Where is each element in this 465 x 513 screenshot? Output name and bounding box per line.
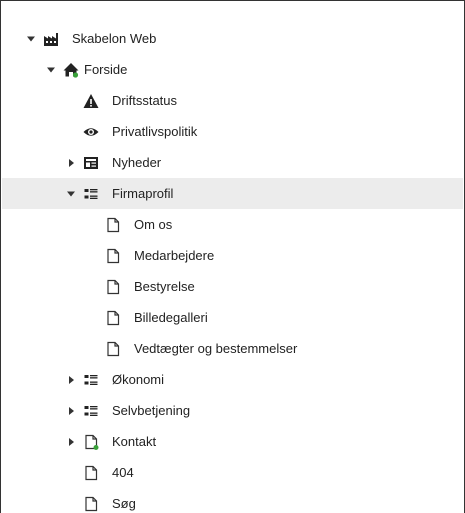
tree-item-bestyrelse[interactable]: Bestyrelse (2, 271, 463, 302)
tree-item-label: Medarbejdere (134, 248, 215, 263)
home-icon (62, 61, 80, 79)
tree-item-label: Bestyrelse (134, 279, 195, 294)
tree-item-label: Kontakt (112, 434, 157, 449)
caret-right-icon[interactable] (66, 406, 76, 416)
caret-right-icon[interactable] (66, 158, 76, 168)
tree-item-label: Søg (112, 496, 136, 511)
page-tree: Skabelon Web Forside Driftsstatus Privat… (0, 0, 465, 513)
tree-item-label: Om os (134, 217, 173, 232)
tree-item-firmaprofil[interactable]: Firmaprofil (2, 178, 463, 209)
caret-right-icon[interactable] (66, 437, 76, 447)
tree-item-driftsstatus[interactable]: Driftsstatus (2, 85, 463, 116)
factory-icon (42, 30, 60, 48)
page-icon (82, 464, 100, 482)
tree-item-404[interactable]: 404 (2, 457, 463, 488)
tree-item-skabelon-web[interactable]: Skabelon Web (2, 23, 463, 54)
tree-item-om-os[interactable]: Om os (2, 209, 463, 240)
tree-item-label: Nyheder (112, 155, 162, 170)
tree-item-selvbetjening[interactable]: Selvbetjening (2, 395, 463, 426)
caret-down-icon[interactable] (26, 34, 36, 44)
caret-right-icon[interactable] (66, 375, 76, 385)
page-icon (104, 278, 122, 296)
tree-item-label: Skabelon Web (72, 31, 157, 46)
tree-item-sog[interactable]: Søg (2, 488, 463, 513)
page-icon (104, 309, 122, 327)
tree-item-label: Vedtægter og bestemmelser (134, 341, 298, 356)
tree-item-label: Økonomi (112, 372, 165, 387)
tree-item-label: Privatlivspolitik (112, 124, 198, 139)
eye-icon (82, 123, 100, 141)
tree-item-label: Selvbetjening (112, 403, 191, 418)
page-icon (104, 216, 122, 234)
tree-item-vedtaegter[interactable]: Vedtægter og bestemmelser (2, 333, 463, 364)
tree-item-billedegalleri[interactable]: Billedegalleri (2, 302, 463, 333)
tree-item-label: Firmaprofil (112, 186, 174, 201)
page-icon (104, 340, 122, 358)
tree-item-label: Driftsstatus (112, 93, 178, 108)
list-icon (82, 185, 100, 203)
tree-item-label: Billedegalleri (134, 310, 208, 325)
caret-down-icon[interactable] (66, 189, 76, 199)
newspaper-icon (82, 154, 100, 172)
list-icon (82, 371, 100, 389)
page-icon (82, 495, 100, 513)
list-icon (82, 402, 100, 420)
page-icon (104, 247, 122, 265)
page-link-icon (82, 433, 100, 451)
tree-item-nyheder[interactable]: Nyheder (2, 147, 463, 178)
caret-down-icon[interactable] (46, 65, 56, 75)
tree-item-label: Forside (84, 62, 128, 77)
warning-icon (82, 92, 100, 110)
tree-item-okonomi[interactable]: Økonomi (2, 364, 463, 395)
tree-item-privatlivspolitik[interactable]: Privatlivspolitik (2, 116, 463, 147)
tree-item-forside[interactable]: Forside (2, 54, 463, 85)
tree-item-medarbejdere[interactable]: Medarbejdere (2, 240, 463, 271)
tree-item-kontakt[interactable]: Kontakt (2, 426, 463, 457)
tree-item-label: 404 (112, 465, 134, 480)
